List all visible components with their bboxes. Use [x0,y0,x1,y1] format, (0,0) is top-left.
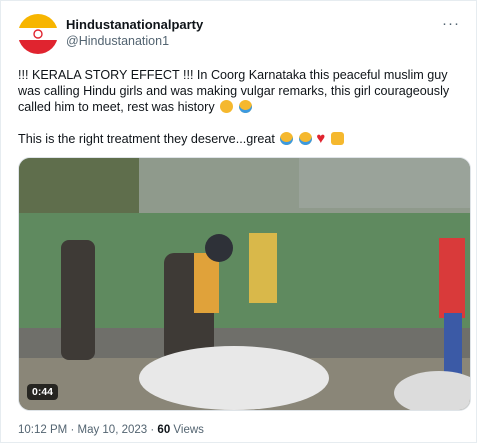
tweet-card: Hindustanationalparty @Hindustanation1 ·… [0,0,477,443]
video-frame [19,158,470,410]
account-name[interactable]: Hindustanationalparty [66,17,203,32]
tears-of-joy-emoji-icon [280,132,294,145]
video-player[interactable]: 0:44 [18,157,471,411]
video-duration-badge: 0:44 [27,384,59,400]
tweet-meta: 10:12 PM · May 10, 2023 · 60 Views [18,424,204,436]
avatar[interactable] [18,14,58,54]
views-count: 60 [157,424,171,436]
meta-separator: · [70,424,75,436]
tweet-paragraph-2: This is the right treatment they deserve… [18,131,466,147]
tears-of-joy-emoji-icon [298,132,312,145]
more-options-icon[interactable]: ··· [442,15,460,32]
meta-separator: · [150,424,155,436]
views-label: Views [173,424,204,436]
party-flag-avatar [18,14,58,54]
face-hand-over-mouth-emoji-icon [220,100,234,113]
tweet-date[interactable]: May 10, 2023 [77,424,147,436]
tweet-line-1: !!! KERALA STORY EFFECT !!! In Coorg Kar… [18,68,450,114]
account-handle[interactable]: @Hindustanation1 [66,34,169,48]
red-heart-emoji-icon: ♥ [316,130,326,147]
tweet-time[interactable]: 10:12 PM [18,424,67,436]
tweet-line-2: This is the right treatment they deserve… [18,132,275,146]
tears-of-joy-emoji-icon [238,100,252,113]
tweet-text: !!! KERALA STORY EFFECT !!! In Coorg Kar… [18,67,466,163]
tweet-paragraph-1: !!! KERALA STORY EFFECT !!! In Coorg Kar… [18,67,466,115]
thumbs-up-emoji-icon [330,132,344,145]
